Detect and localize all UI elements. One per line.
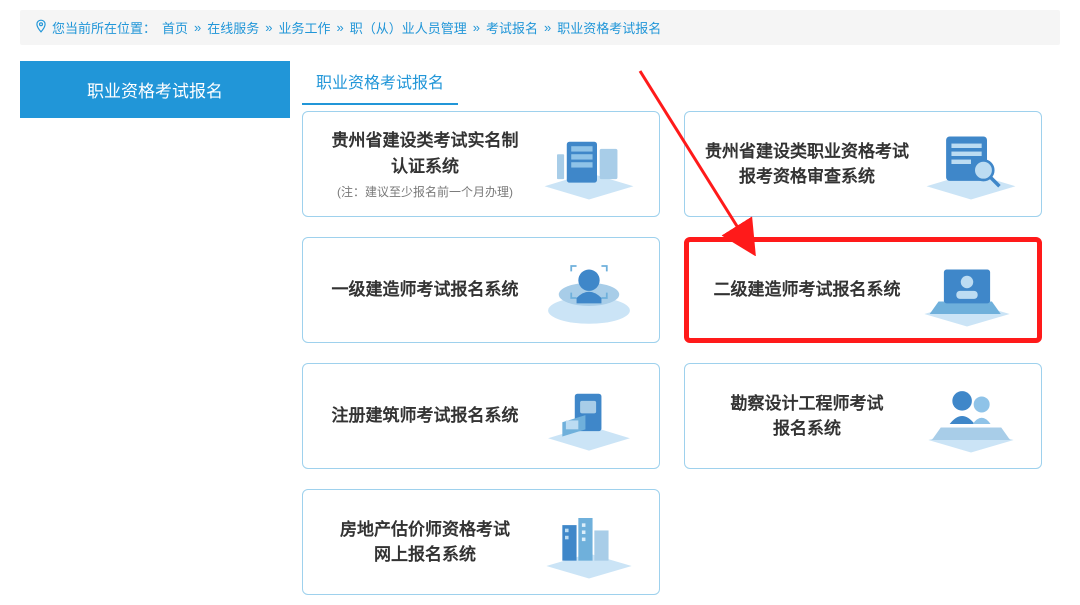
breadcrumb-link-service[interactable]: 在线服务 <box>207 18 259 37</box>
breadcrumb-link-qualification[interactable]: 职业资格考试报名 <box>557 18 661 37</box>
breadcrumb-prefix: 您当前所在位置： <box>52 18 156 37</box>
breadcrumb-link-personnel[interactable]: 职（从）业人员管理 <box>350 18 467 37</box>
breadcrumb-link-home[interactable]: 首页 <box>162 18 188 37</box>
person-card-icon <box>915 376 1027 456</box>
tab-qualification-exam[interactable]: 职业资格考试报名 <box>302 61 458 105</box>
breadcrumb-link-business[interactable]: 业务工作 <box>279 18 331 37</box>
card-title: 贵州省建设类职业资格考试报考资格审查系统 <box>699 139 915 190</box>
card-realestate-appraiser[interactable]: 房地产估价师资格考试网上报名系统 <box>302 489 660 595</box>
tab-label: 职业资格考试报名 <box>316 75 444 92</box>
card-title: 勘察设计工程师考试报名系统 <box>699 391 915 442</box>
buildings-icon <box>533 502 645 582</box>
person-scan-icon <box>533 250 645 330</box>
breadcrumb-link-exam[interactable]: 考试报名 <box>486 18 538 37</box>
card-survey-engineer[interactable]: 勘察设计工程师考试报名系统 <box>684 363 1042 469</box>
card-level1-constructor[interactable]: 一级建造师考试报名系统 <box>302 237 660 343</box>
sidebar: 职业资格考试报名 <box>20 61 290 595</box>
main-content: 职业资格考试报名 贵州省建设类考试实名制认证系统 (注：建议至少报名前一个月办理… <box>302 61 1060 595</box>
card-title: 一级建造师考试报名系统 <box>317 277 533 303</box>
server-icon <box>533 124 645 204</box>
card-title: 房地产估价师资格考试网上报名系统 <box>317 517 533 568</box>
audit-icon <box>915 124 1027 204</box>
card-registered-architect[interactable]: 注册建筑师考试报名系统 <box>302 363 660 469</box>
cards-grid: 贵州省建设类考试实名制认证系统 (注：建议至少报名前一个月办理) <box>302 111 1060 595</box>
card-title: 贵州省建设类考试实名制认证系统 <box>317 128 533 179</box>
card-subtitle: (注：建议至少报名前一个月办理) <box>317 183 533 200</box>
card-qualification-review[interactable]: 贵州省建设类职业资格考试报考资格审查系统 <box>684 111 1042 217</box>
card-realname-auth[interactable]: 贵州省建设类考试实名制认证系统 (注：建议至少报名前一个月办理) <box>302 111 660 217</box>
sidebar-item-exam-registration[interactable]: 职业资格考试报名 <box>20 61 290 118</box>
card-insert-icon <box>533 376 645 456</box>
laptop-profile-icon <box>911 250 1023 330</box>
location-pin-icon <box>34 19 46 36</box>
card-title: 注册建筑师考试报名系统 <box>317 403 533 429</box>
card-level2-constructor[interactable]: 二级建造师考试报名系统 <box>684 237 1042 343</box>
card-title: 二级建造师考试报名系统 <box>703 277 911 303</box>
sidebar-item-label: 职业资格考试报名 <box>87 82 223 101</box>
breadcrumb: 您当前所在位置： 首页 » 在线服务 » 业务工作 » 职（从）业人员管理 » … <box>20 10 1060 45</box>
